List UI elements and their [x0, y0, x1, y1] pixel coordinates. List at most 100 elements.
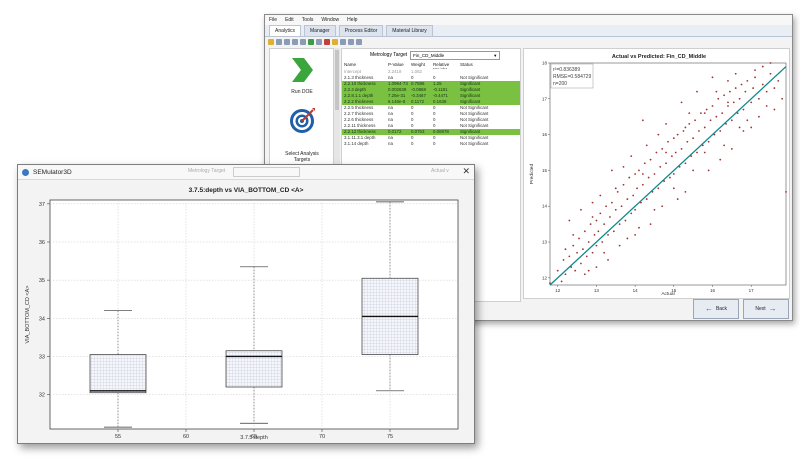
data-point [729, 90, 731, 93]
menu-edit[interactable]: Edit [285, 17, 294, 23]
header-relative-weight[interactable]: Relative Weight [433, 62, 460, 69]
data-point [657, 187, 660, 190]
y-axis-label: Predicted [529, 164, 535, 185]
data-point [653, 173, 656, 175]
next-button[interactable]: Next → [743, 299, 789, 319]
header-name[interactable]: Name [342, 62, 388, 69]
data-point [564, 273, 567, 276]
y-tick-label: 37 [39, 202, 45, 208]
data-point [618, 244, 621, 247]
data-point [636, 187, 638, 190]
data-point [632, 194, 635, 197]
stats-annotation: RMSE=0.584729 [553, 74, 591, 80]
paste-icon[interactable] [348, 38, 354, 45]
arrow-right-icon: → [768, 304, 777, 313]
data-point [641, 183, 644, 186]
y-tick-label: 32 [39, 393, 45, 399]
header-status[interactable]: Status [460, 62, 500, 69]
chevron-right-icon[interactable] [290, 57, 314, 83]
data-point [611, 169, 613, 172]
data-point [624, 219, 627, 222]
add-icon[interactable] [332, 38, 338, 45]
cell-weight: 0 [411, 141, 414, 146]
step-run-doe[interactable]: Run DOE [270, 89, 334, 95]
data-point [680, 101, 683, 104]
data-point [549, 282, 551, 285]
header-p-value[interactable]: P-Value [388, 62, 411, 69]
cell-status: Not Significant [460, 141, 489, 146]
toolbar [265, 37, 792, 46]
menu-help[interactable]: Help [347, 17, 357, 23]
data-point [744, 90, 747, 93]
data-point [746, 119, 749, 122]
data-point [738, 126, 741, 129]
ghost-metrology-label: Metrology Target [188, 168, 226, 174]
data-point [649, 223, 652, 226]
data-point [634, 173, 637, 175]
new-file-icon[interactable] [276, 38, 282, 45]
data-point [688, 112, 691, 115]
step-select-targets[interactable]: Select Analysis Targets [270, 151, 334, 163]
data-point [634, 233, 637, 236]
back-button[interactable]: ← Back [693, 299, 739, 319]
chart-icon[interactable] [308, 38, 314, 45]
data-point [752, 87, 755, 89]
data-point [703, 126, 706, 129]
metrology-target-select[interactable]: Fin_CD_Middle ▼ [410, 50, 501, 60]
data-point [614, 208, 617, 211]
chart-title: 3.7.5:depth vs VIA_BOTTOM_CD <A> [189, 187, 304, 194]
tab-material-library[interactable]: Material Library [386, 25, 433, 36]
data-point [723, 94, 725, 97]
data-point [670, 155, 673, 157]
table-row[interactable]: 3.1.14 depth na 0 0 Not Significant [342, 141, 520, 147]
target-small-icon[interactable] [324, 38, 330, 45]
table-header: Name P-Value Weight Relative Weight Stat… [342, 62, 520, 69]
close-icon[interactable]: ✕ [462, 166, 470, 177]
copy-icon[interactable] [340, 38, 346, 45]
data-point [583, 230, 586, 233]
data-point [715, 90, 718, 93]
data-point [750, 101, 753, 104]
table-icon[interactable] [300, 38, 306, 45]
data-point [603, 251, 606, 254]
x-tick-label: 75 [387, 434, 393, 440]
window-titlebar[interactable]: SEMulator3D Metrology Target Actual v [18, 165, 474, 180]
delete-icon[interactable] [356, 38, 362, 45]
data-point [676, 133, 679, 136]
data-point [705, 108, 708, 111]
data-point [605, 205, 607, 208]
menu-window[interactable]: Window [321, 17, 339, 23]
data-point [754, 76, 756, 79]
y-tick-label: 18 [542, 61, 548, 66]
y-tick-label: 15 [542, 168, 548, 173]
data-point [587, 241, 590, 243]
data-point [676, 198, 679, 200]
data-point [595, 244, 598, 247]
data-point [611, 201, 613, 204]
header-weight[interactable]: Weight [411, 62, 433, 69]
data-point [723, 144, 725, 147]
scroll-thumb[interactable] [335, 50, 339, 110]
menu-file[interactable]: File [269, 17, 277, 23]
cell-p-value: na [388, 141, 393, 146]
filter-icon[interactable] [316, 38, 322, 45]
tab-manager[interactable]: Manager [304, 25, 336, 36]
target-icon[interactable] [288, 107, 316, 135]
data-point [738, 97, 741, 100]
data-point [742, 108, 745, 111]
menu-tools[interactable]: Tools [302, 17, 314, 23]
data-point [703, 112, 706, 115]
tab-strip: Analytics Manager Process Editor Materia… [265, 25, 792, 37]
data-point [769, 72, 772, 75]
box-plot-window: SEMulator3D Metrology Target Actual v ✕ … [17, 164, 475, 444]
save-icon[interactable] [284, 38, 290, 45]
data-point [672, 137, 675, 140]
back-button-label: Back [715, 306, 728, 312]
tab-analytics[interactable]: Analytics [269, 25, 302, 36]
open-folder-icon[interactable] [268, 38, 274, 45]
data-point [715, 115, 718, 118]
tab-process-editor[interactable]: Process Editor [338, 25, 384, 36]
data-point [730, 148, 733, 150]
data-point [599, 212, 602, 215]
grid-icon[interactable] [292, 38, 298, 45]
